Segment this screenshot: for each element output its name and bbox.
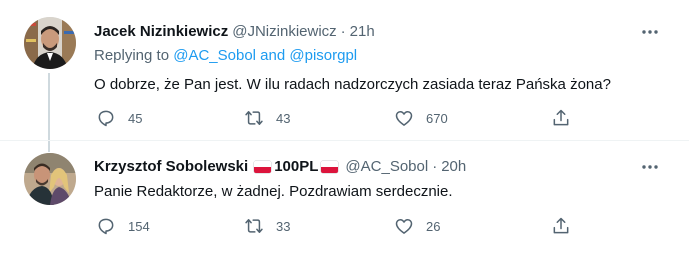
share-button[interactable] (551, 107, 583, 129)
avatar-krzysztof[interactable] (24, 153, 76, 205)
separator-dot: · (340, 23, 346, 40)
reply-count: 154 (128, 218, 150, 234)
separator-dot: · (432, 158, 438, 175)
author-name[interactable]: Krzysztof Sobolewski (94, 157, 248, 177)
reply-icon (98, 110, 114, 127)
retweet-count: 33 (276, 218, 291, 234)
author-name-suffix[interactable]: 100PL (274, 157, 318, 177)
like-button[interactable]: 670 (394, 107, 448, 129)
author-handle[interactable]: @AC_Sobol (345, 157, 428, 177)
retweet-button[interactable]: 43 (244, 107, 290, 129)
more-icon[interactable] (639, 157, 661, 177)
retweet-icon (245, 219, 263, 233)
more-icon[interactable] (639, 22, 661, 42)
like-icon (395, 111, 413, 126)
reply-count: 45 (128, 110, 143, 126)
replying-and[interactable]: and (256, 47, 289, 64)
timestamp[interactable]: 21h (350, 22, 375, 42)
poland-flag-icon (254, 161, 272, 173)
mention-ac-sobol[interactable]: @AC_Sobol (173, 47, 256, 64)
like-button[interactable]: 26 (394, 215, 440, 237)
share-button[interactable] (551, 215, 583, 237)
tweet-text: Panie Redaktorze, w żadnej. Pozdrawiam s… (94, 183, 453, 200)
replying-prefix: Replying to (94, 47, 174, 64)
like-icon (395, 219, 413, 234)
share-icon (553, 217, 569, 234)
retweet-button[interactable]: 33 (244, 215, 290, 237)
reply-button[interactable]: 154 (96, 215, 150, 237)
author-name[interactable]: Jacek Nizinkiewicz (94, 22, 228, 42)
tweet-jacek[interactable]: Jacek Nizinkiewicz @JNizinkiewicz · 21h … (0, 0, 689, 152)
reply-icon (98, 218, 114, 235)
share-icon (553, 109, 569, 126)
like-count: 26 (426, 218, 441, 234)
like-count: 670 (426, 110, 448, 126)
tweet-header: Jacek Nizinkiewicz @JNizinkiewicz · 21h (94, 22, 375, 42)
tweet-divider (0, 140, 689, 141)
reply-button[interactable]: 45 (96, 107, 142, 129)
mention-pisorgpl[interactable]: @pisorgpl (289, 47, 357, 64)
tweet-krzysztof[interactable]: Krzysztof Sobolewski 100PL @AC_Sobol · 2… (0, 140, 689, 261)
retweet-icon (245, 111, 263, 125)
author-handle[interactable]: @JNizinkiewicz (232, 22, 336, 42)
timestamp[interactable]: 20h (441, 157, 466, 177)
tweet-header: Krzysztof Sobolewski 100PL @AC_Sobol · 2… (94, 157, 466, 177)
poland-flag-icon (321, 161, 339, 173)
retweet-count: 43 (276, 110, 291, 126)
replying-to: Replying to @AC_Sobol and @pisorgpl (94, 46, 357, 66)
tweet-text: O dobrze, że Pan jest. W ilu radach nadz… (94, 76, 611, 93)
avatar-jacek[interactable] (24, 17, 76, 69)
